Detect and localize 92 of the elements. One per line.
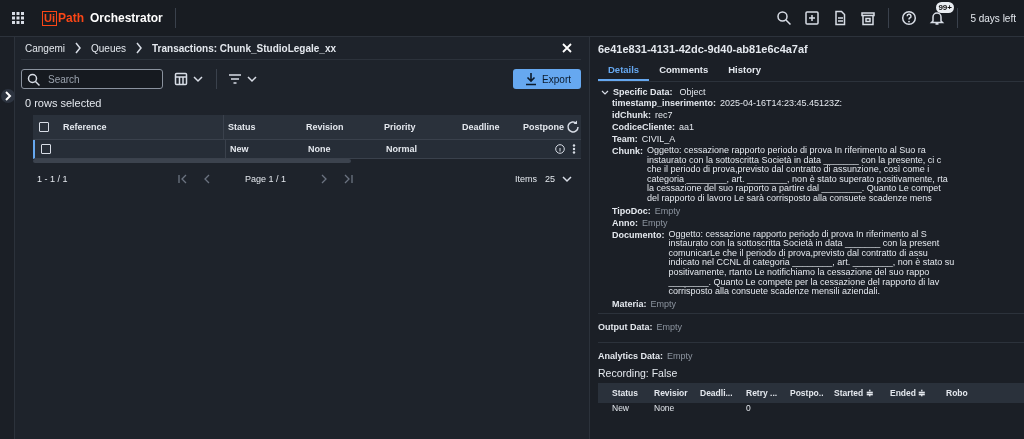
column-header[interactable]: Deadli... <box>694 387 740 398</box>
text-line: comunicarLe che il periodo di prova,previsto dal contratto di assu <box>668 248 928 259</box>
trial-status: 5 days left <box>970 12 1016 24</box>
text-line: Oggetto: cessazione rapporto periodo di prova In riferimento al Suo ra <box>647 146 927 155</box>
column-header[interactable]: Deadline <box>462 122 518 132</box>
column-header[interactable]: Priority <box>384 122 462 132</box>
text-line: categoria ________, art. ________, non è stato superato positivamente, rta <box>647 174 948 185</box>
column-header[interactable]: Robo <box>940 387 976 398</box>
column-header[interactable]: Status <box>598 387 648 398</box>
column-header[interactable]: Revision <box>306 122 384 132</box>
text-line: Oggetto: cessazione rapporto periodo di prova In riferimento al S <box>668 229 928 240</box>
checkbox[interactable] <box>39 122 49 132</box>
field-value: Empty <box>656 321 682 332</box>
text-line: ________. Quanto Le compete per la cessazione del rapporto di lav <box>668 277 941 288</box>
expand-button[interactable] <box>1 89 15 103</box>
table-row[interactable]: New None Normal <box>33 140 581 159</box>
field-label: Analytics Data: <box>598 350 664 361</box>
app-name: Orchestrator <box>90 11 163 25</box>
column-header[interactable]: Ended ≑ <box>884 387 940 398</box>
filter-icon <box>227 71 243 87</box>
chevron-right-icon <box>2 90 14 102</box>
text-line: del rapporto di lavoro Le sarà corrisposto alla consuete scadenze mens <box>647 193 932 204</box>
field-value: Empty <box>650 298 677 309</box>
columns-button[interactable] <box>173 71 206 87</box>
text-line: positivamente, rtanto Le notifichiamo la cessazione del suo rappo <box>668 267 931 278</box>
table-cell-text: None <box>308 144 332 154</box>
selection-status: 0 rows selected <box>24 96 103 111</box>
export-button[interactable]: Export <box>513 69 581 89</box>
help-icon[interactable] <box>901 10 918 26</box>
column-header[interactable]: Reference <box>55 115 224 139</box>
search-icon[interactable] <box>776 10 793 26</box>
field-label: Team: <box>612 134 638 144</box>
field-value: Empty <box>667 350 693 361</box>
text-line: instaurato con la sottoscritta Società in data _______ con la presente, ci c <box>647 155 943 166</box>
text-line: instaurato con la sottoscritta Società in data _______ con la present <box>668 239 941 249</box>
field-label: Documento: <box>612 229 665 240</box>
tab[interactable]: Comments <box>649 61 719 81</box>
tab[interactable]: History <box>718 61 771 81</box>
field-value: Empty <box>642 217 668 228</box>
items-per-page-dropdown[interactable]: 25 <box>545 171 575 187</box>
field-label: Chunk: <box>612 146 643 156</box>
table-cell-text: New <box>611 403 630 414</box>
notification-badge: 99+ <box>936 2 954 13</box>
field-value: rec7 <box>655 110 673 120</box>
text-line: indicato nel CCNL di categoria ________, art. ________, non è stato su <box>668 258 955 268</box>
column-header[interactable]: Postpone <box>518 122 564 132</box>
field-label: TipoDoc: <box>612 205 651 216</box>
items-label: Items <box>514 174 537 184</box>
search-field[interactable]: Search <box>21 69 163 89</box>
column-header[interactable]: Revisior <box>648 387 694 398</box>
field-value: CIVIL_A <box>641 134 676 144</box>
text-line: la cessazione del suo rapporto a partire dal ________. Quanto Le compet <box>647 184 942 194</box>
checkbox[interactable] <box>41 144 51 154</box>
breadcrumb-item[interactable]: Cangemi <box>25 42 66 54</box>
breadcrumb-item: Transactions: Chunk_StudioLegale_xx <box>152 42 336 54</box>
table-cell-text: Normal <box>386 144 418 154</box>
download-icon <box>523 71 538 87</box>
table-cell-text: None <box>653 403 676 414</box>
column-header[interactable]: Postpo.. <box>784 387 828 398</box>
field-label: Anno: <box>612 217 638 228</box>
logo-mark: Ui <box>42 10 57 26</box>
breadcrumb-item[interactable]: Queues <box>91 42 127 54</box>
field-value: 2025-04-16T14:23:45.45123Z: <box>720 98 843 108</box>
field-label: idChunk: <box>612 110 651 120</box>
column-header[interactable]: Status <box>224 122 306 132</box>
search-icon <box>26 72 42 88</box>
apps-grid-icon[interactable] <box>10 10 26 26</box>
plus-box-icon[interactable] <box>804 10 821 26</box>
filter-button[interactable] <box>227 71 260 87</box>
recording-status: Recording: False <box>598 366 679 381</box>
bell-icon[interactable] <box>929 10 946 26</box>
field-label: CodiceCliente: <box>612 122 675 132</box>
logo-text: Path <box>58 11 84 25</box>
field-value: Empty <box>654 205 681 216</box>
table-cell-text: 0 <box>745 403 752 414</box>
field-value: Object <box>679 87 706 97</box>
field-value: aa1 <box>679 122 695 132</box>
field-label: Materia: <box>612 298 647 309</box>
table-cell-text: New <box>229 144 250 154</box>
text-line: corrisposto alla consuete scadenze mensili aziendali. <box>668 287 882 297</box>
tab[interactable]: Details <box>598 61 650 81</box>
transaction-id: 6e41e831-4131-42dc-9d40-ab81e6c4a7af <box>598 42 809 57</box>
column-header[interactable]: Started ≑ <box>828 387 884 398</box>
info-icon[interactable] <box>554 143 566 155</box>
field-label: timestamp_inserimento: <box>612 98 717 108</box>
column-header[interactable]: Retry ... <box>740 387 784 398</box>
field-label: Specific Data: <box>613 87 673 97</box>
refresh-icon[interactable] <box>564 119 581 135</box>
page-indicator: Page 1 / 1 <box>244 174 288 184</box>
page-range: 1 - 1 / 1 <box>37 174 69 184</box>
table-icon <box>173 71 189 87</box>
field-label: Output Data: <box>598 321 653 332</box>
